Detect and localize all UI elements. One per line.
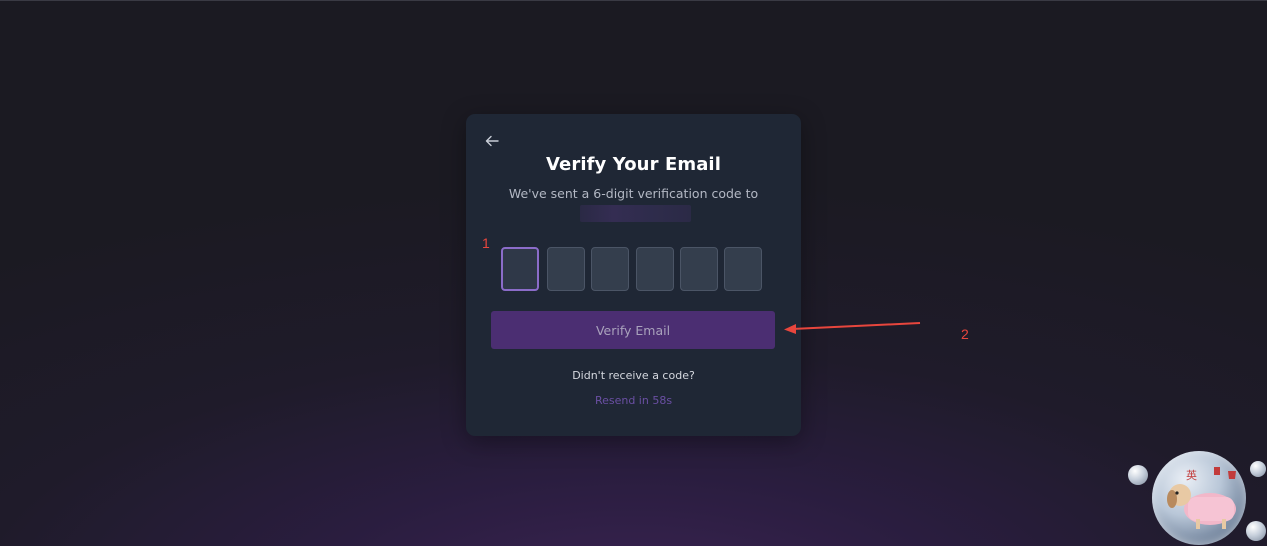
- bubble-small-right-icon: [1250, 461, 1266, 477]
- page-background: Verify Your Email We've sent a 6-digit v…: [0, 0, 1267, 546]
- refresh-bubble-icon[interactable]: [1246, 521, 1266, 541]
- annotation-marker-2: 2: [961, 326, 969, 342]
- puppy-mascot-icon[interactable]: 英: [1152, 451, 1246, 545]
- page-title: Verify Your Email: [546, 154, 721, 175]
- no-code-text: Didn't receive a code?: [572, 369, 695, 382]
- code-digit-5[interactable]: [680, 247, 718, 291]
- floating-assistant-widget[interactable]: 英: [1128, 451, 1267, 546]
- email-address-redacted: [580, 205, 691, 222]
- resend-link[interactable]: Resend in 58s: [466, 394, 801, 407]
- arrow-left-icon[interactable]: [484, 133, 500, 149]
- verify-email-button[interactable]: Verify Email: [491, 311, 775, 349]
- code-digit-3[interactable]: [591, 247, 629, 291]
- code-digit-1[interactable]: [501, 247, 539, 291]
- code-digit-2[interactable]: [547, 247, 585, 291]
- language-badge: 英: [1186, 469, 1197, 482]
- code-input-group: [501, 247, 766, 293]
- annotation-arrow-icon: [784, 322, 921, 334]
- verify-email-card: Verify Your Email We've sent a 6-digit v…: [466, 114, 801, 436]
- verification-subtitle: We've sent a 6-digit verification code t…: [508, 186, 759, 201]
- bubble-small-left-icon: [1128, 465, 1148, 485]
- code-digit-4[interactable]: [636, 247, 674, 291]
- annotation-marker-1: 1: [482, 235, 490, 251]
- code-digit-6[interactable]: [724, 247, 762, 291]
